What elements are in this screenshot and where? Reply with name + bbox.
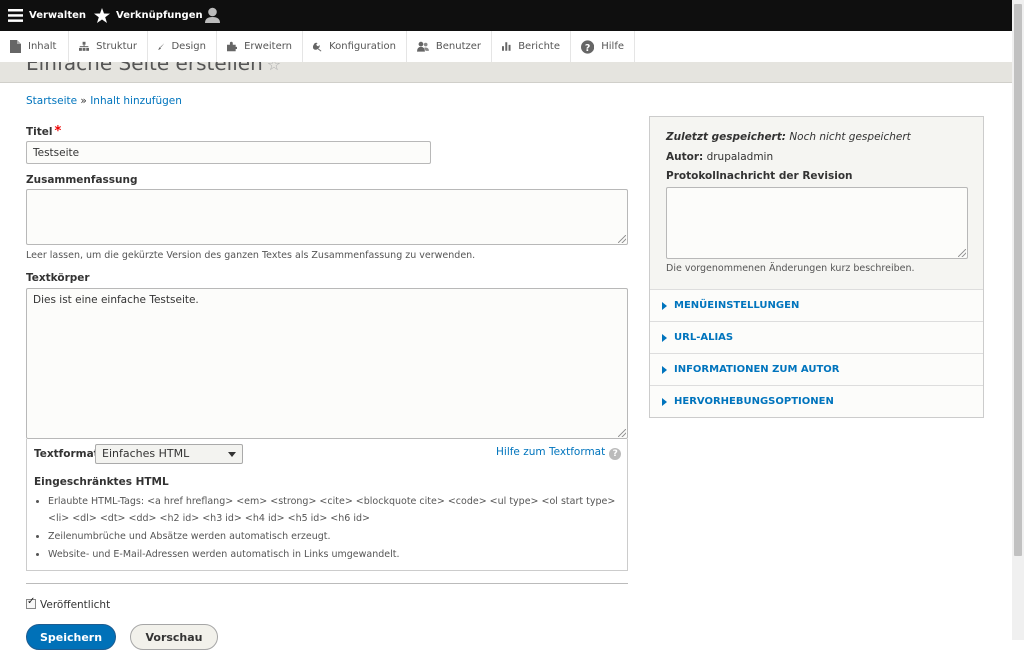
published-checkbox[interactable] (26, 596, 36, 609)
author-info-section[interactable]: INFORMATIONEN ZUM AUTOR (650, 353, 983, 385)
chevron-down-icon (228, 452, 236, 457)
text-format-label: Textformat (34, 448, 99, 460)
svg-text:?: ? (585, 42, 590, 53)
page-header: Einfache Seite erstellen ☆ (0, 62, 1012, 83)
admin-toolbar: Verwalten Verknüpfungen (0, 0, 1012, 31)
author-info: Autor: drupaladmin (666, 151, 773, 163)
section-label: URL-ALIAS (674, 332, 734, 343)
resize-handle[interactable] (618, 429, 626, 437)
last-saved: Zuletzt gespeichert: Noch nicht gespeich… (666, 131, 911, 143)
summary-description: Leer lassen, um die gekürzte Version des… (26, 250, 476, 261)
shortcut-star-icon[interactable]: ☆ (267, 62, 281, 74)
scrollbar-thumb[interactable] (1014, 4, 1022, 556)
save-button[interactable]: Speichern (26, 624, 116, 650)
breadcrumb-home-link[interactable]: Startseite (26, 95, 77, 107)
format-tips-list: Erlaubte HTML-Tags: <a href hreflang> <e… (36, 493, 634, 564)
url-alias-section[interactable]: URL-ALIAS (650, 321, 983, 353)
published-label: Veröffentlicht (40, 599, 111, 611)
author-label: Autor: (666, 151, 704, 163)
puzzle-icon (227, 41, 238, 52)
revision-log-textarea[interactable] (666, 187, 968, 259)
help-icon: ? (609, 448, 622, 460)
tray-label: Benutzer (435, 41, 481, 52)
text-format-help[interactable]: Hilfe zum Textformat? (496, 446, 622, 460)
manage-label: Verwalten (29, 10, 87, 21)
brush-icon (158, 43, 165, 50)
summary-textarea[interactable] (26, 189, 628, 245)
breadcrumb: Startseite » Inhalt hinzufügen (26, 95, 182, 107)
list-item: Erlaubte HTML-Tags: <a href hreflang> <e… (48, 493, 634, 527)
tray-item-help[interactable]: ? Hilfe (571, 31, 635, 62)
format-heading: Eingeschränktes HTML (34, 476, 169, 488)
text-format-help-link[interactable]: Hilfe zum Textformat (496, 446, 605, 458)
resize-handle[interactable] (618, 235, 626, 243)
section-label: INFORMATIONEN ZUM AUTOR (674, 364, 840, 375)
resize-handle[interactable] (958, 249, 966, 257)
tray-item-people[interactable]: Benutzer (407, 31, 492, 62)
page-title-text: Einfache Seite erstellen (26, 62, 263, 75)
title-label-text: Titel (26, 126, 53, 138)
tray-item-reports[interactable]: Berichte (492, 31, 571, 62)
list-item: Website- und E-Mail-Adressen werden auto… (48, 546, 634, 563)
body-label: Textkörper (26, 272, 90, 284)
body-textarea[interactable]: Dies ist eine einfache Testseite. (26, 288, 628, 439)
section-label: HERVORHEBUNGSOPTIONEN (674, 396, 834, 407)
list-item: Zeilenumbrüche und Absätze werden automa… (48, 528, 634, 545)
divider (26, 583, 628, 584)
last-saved-label: Zuletzt gespeichert: (666, 131, 786, 143)
triangle-right-icon (662, 365, 667, 374)
wrench-icon (313, 42, 322, 52)
author-value: drupaladmin (706, 151, 774, 163)
section-label: MENÜEINSTELLUNGEN (674, 300, 800, 311)
tray-label: Hilfe (601, 41, 624, 52)
text-format-select[interactable]: Einfaches HTML (95, 444, 243, 464)
triangle-right-icon (662, 397, 667, 406)
tray-label: Berichte (518, 41, 560, 52)
shortcuts-toggle[interactable]: Verknüpfungen (94, 0, 203, 31)
body-value: Dies ist eine einfache Testseite. (33, 294, 199, 306)
tray-item-appearance[interactable]: Design (148, 31, 217, 62)
user-toggle[interactable] (205, 0, 220, 31)
revision-description: Die vorgenommenen Änderungen kurz beschr… (666, 263, 915, 274)
tray-label: Inhalt (28, 41, 57, 52)
revision-label: Protokollnachricht der Revision (666, 170, 853, 182)
tray-label: Konfiguration (329, 41, 396, 52)
text-format-value: Einfaches HTML (102, 447, 190, 460)
required-marker: * (54, 124, 62, 139)
tray-item-configuration[interactable]: Konfiguration (303, 31, 407, 62)
triangle-right-icon (662, 333, 667, 342)
admin-tray: Inhalt Struktur Design Erweitern Konfigu… (0, 31, 1012, 63)
promotion-options-section[interactable]: HERVORHEBUNGSOPTIONEN (650, 385, 983, 417)
breadcrumb-add-content-link[interactable]: Inhalt hinzufügen (90, 95, 182, 107)
tray-label: Design (171, 41, 206, 52)
manage-toggle[interactable]: Verwalten (8, 0, 86, 31)
menu-settings-section[interactable]: MENÜEINSTELLUNGEN (650, 289, 983, 321)
tray-item-extend[interactable]: Erweitern (217, 31, 303, 62)
title-input-value: Testseite (33, 147, 80, 159)
meta-sidebar: Zuletzt gespeichert: Noch nicht gespeich… (649, 116, 984, 418)
bar-chart-icon (502, 42, 511, 51)
tray-item-content[interactable]: Inhalt (0, 31, 69, 62)
tray-label: Struktur (96, 41, 137, 52)
file-icon (10, 40, 21, 53)
triangle-right-icon (662, 301, 667, 310)
star-icon (94, 8, 110, 23)
people-icon (417, 41, 429, 52)
last-saved-value: Noch nicht gespeichert (789, 131, 911, 143)
sitemap-icon (79, 41, 90, 51)
title-label: Titel * (26, 124, 61, 139)
tray-item-structure[interactable]: Struktur (69, 31, 148, 62)
page-title: Einfache Seite erstellen ☆ (26, 62, 281, 75)
hamburger-icon (8, 9, 23, 22)
preview-button[interactable]: Vorschau (130, 624, 218, 650)
help-icon: ? (581, 39, 595, 53)
tray-label: Erweitern (244, 41, 292, 52)
title-input[interactable]: Testseite (26, 141, 431, 164)
summary-label: Zusammenfassung (26, 174, 138, 186)
shortcuts-label: Verknüpfungen (116, 10, 203, 21)
user-icon (205, 7, 220, 23)
breadcrumb-separator: » (80, 95, 91, 107)
